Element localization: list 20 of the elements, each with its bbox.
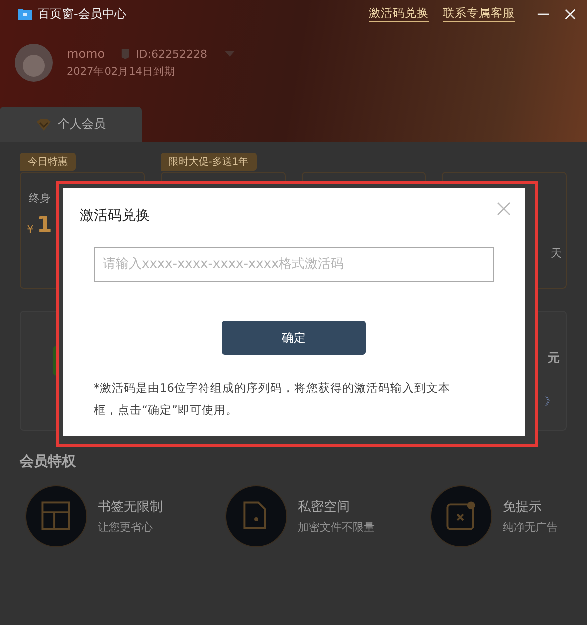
- dialog-title: 激活码兑换: [80, 207, 150, 225]
- expiry-date: 2027年02月14日到期: [67, 65, 176, 79]
- perk-subtitle: 让您更省心: [98, 520, 154, 535]
- promo-price: 元: [548, 350, 560, 367]
- plan-price: 1: [37, 213, 52, 238]
- section-title: 会员特权: [20, 453, 76, 471]
- currency-symbol: ¥: [27, 223, 34, 236]
- window-title: 百页窗-会员中心: [38, 6, 126, 22]
- perk-title: 私密空间: [298, 499, 351, 516]
- perk-subtitle: 纯净无广告: [503, 520, 558, 535]
- perk-title: 书签无限制: [98, 499, 163, 516]
- dialog-note: *激活码是由16位字符组成的序列码，将您获得的激活码输入到文本框，点击“确定”即可使用。: [94, 380, 452, 419]
- user-id: ID:62252228: [136, 48, 208, 60]
- plan-tag: 限时大促-多送1年: [160, 153, 257, 171]
- perk-title: 免提示: [503, 499, 543, 516]
- plan-title: 终身: [29, 191, 51, 206]
- user-name: momo: [67, 47, 106, 61]
- perk-subtitle: 加密文件不限量: [298, 520, 375, 535]
- plan-tag: 今日特惠: [20, 153, 76, 171]
- plan-text: 天: [551, 246, 562, 261]
